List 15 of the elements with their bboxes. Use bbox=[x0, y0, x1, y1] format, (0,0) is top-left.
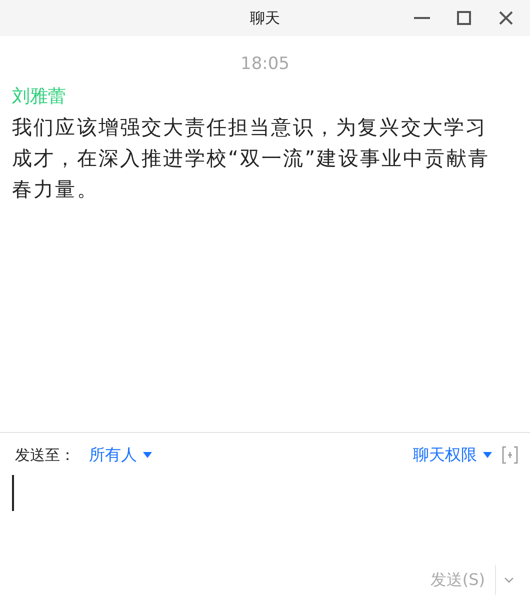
minimize-icon bbox=[414, 17, 430, 19]
expand-icon[interactable] bbox=[502, 446, 518, 464]
permission-dropdown[interactable]: 聊天权限 bbox=[413, 444, 492, 466]
sender-name: 刘雅蕾 bbox=[12, 85, 67, 108]
text-cursor bbox=[12, 475, 14, 511]
chevron-down-icon bbox=[504, 577, 514, 583]
window-title: 聊天 bbox=[250, 8, 280, 28]
close-icon bbox=[499, 11, 513, 25]
maximize-icon bbox=[457, 11, 471, 25]
send-to-label: 发送至： bbox=[15, 446, 75, 464]
caret-icon bbox=[483, 452, 492, 458]
message-time: 18:05 bbox=[240, 54, 290, 74]
caret-icon bbox=[143, 452, 152, 458]
message-text: 我们应该增强交大责任担当意识，为复兴交大学习成才，在深入推进学校“双一流”建设事业中贡献青春力量。 bbox=[12, 114, 491, 203]
recipient-dropdown[interactable]: 所有人 bbox=[89, 444, 152, 466]
